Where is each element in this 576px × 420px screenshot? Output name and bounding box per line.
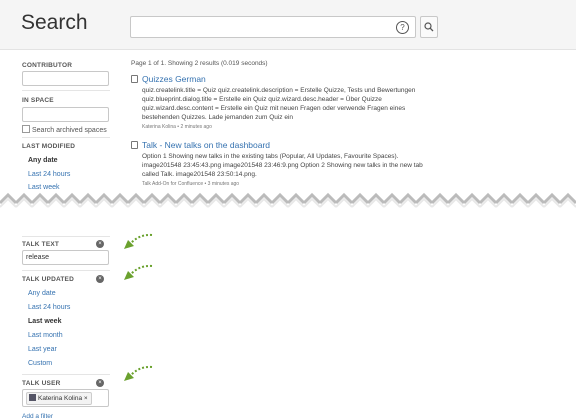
talk-updated-last-month[interactable]: Last month — [28, 332, 63, 339]
search-header: Search ? — [0, 0, 576, 50]
contributor-input[interactable] — [22, 71, 109, 86]
annotation-arrow-icon — [124, 264, 153, 280]
user-chip[interactable]: Katerina Kolina × — [26, 392, 92, 405]
talk-updated-label: TALK UPDATED — [22, 276, 74, 283]
talk-updated-last-week[interactable]: Last week — [28, 318, 61, 325]
page-icon — [131, 141, 138, 149]
result-excerpt-line: bestehenden Quizzes. Lade jemanden zum Q… — [142, 114, 294, 121]
talk-updated-any-date[interactable]: Any date — [28, 290, 56, 297]
talk-text-label: TALK TEXT — [22, 241, 60, 248]
result-excerpt-line: quiz.wizard.desc.content = Erstelle ein … — [142, 105, 406, 112]
page-icon — [131, 75, 138, 83]
result-meta: Katerina Kolina • 2 minutes ago — [142, 124, 212, 130]
page-title: Search — [21, 11, 88, 34]
in-space-input[interactable] — [22, 107, 109, 122]
remove-filter-icon[interactable]: × — [96, 240, 104, 248]
last-modified-any-date[interactable]: Any date — [28, 157, 58, 164]
annotation-arrow-icon — [124, 233, 153, 249]
result-title[interactable]: Quizzes German — [142, 74, 206, 84]
results-summary: Page 1 of 1. Showing 2 results (0.019 se… — [131, 60, 268, 67]
search-icon — [424, 22, 434, 32]
result-excerpt-line: Option 1 Showing new talks in the existi… — [142, 153, 399, 160]
avatar — [29, 394, 36, 401]
torn-edge-separator — [0, 190, 576, 210]
divider — [22, 90, 110, 91]
search-archived-label: Search archived spaces — [32, 127, 107, 134]
annotation-arrow-icon — [124, 365, 153, 381]
talk-user-label: TALK USER — [22, 380, 61, 387]
last-modified-label: LAST MODIFIED — [22, 143, 76, 150]
search-archived-checkbox[interactable]: Search archived spaces — [22, 125, 107, 134]
talk-text-input[interactable]: release — [22, 250, 109, 265]
help-icon[interactable]: ? — [396, 21, 409, 34]
remove-filter-icon[interactable]: × — [96, 275, 104, 283]
result-meta: Talk Add-On for Confluence • 3 minutes a… — [142, 181, 240, 187]
talk-updated-last-24-hours[interactable]: Last 24 hours — [28, 304, 70, 311]
divider — [22, 270, 110, 271]
result-title[interactable]: Talk - New talks on the dashboard — [142, 140, 270, 150]
result-excerpt-line: quiz.createlink.title = Quiz quiz.create… — [142, 87, 416, 94]
divider — [22, 137, 110, 138]
divider — [22, 236, 110, 237]
remove-filter-icon[interactable]: × — [96, 379, 104, 387]
talk-updated-custom[interactable]: Custom — [28, 360, 52, 367]
checkbox-box[interactable] — [22, 125, 30, 133]
last-modified-last-24-hours[interactable]: Last 24 hours — [28, 171, 70, 178]
divider — [22, 374, 110, 375]
contributor-label: CONTRIBUTOR — [22, 62, 73, 69]
user-chip-label: Katerina Kolina × — [38, 395, 88, 402]
talk-updated-last-year[interactable]: Last year — [28, 346, 57, 353]
in-space-label: IN SPACE — [22, 97, 54, 104]
search-input[interactable]: ? — [130, 16, 416, 38]
result-excerpt-line: quiz.blueprint.dialog.title = Erstelle e… — [142, 96, 382, 103]
search-button[interactable] — [420, 16, 438, 38]
result-excerpt-line: called Talk. image201548 23:50:14.png. — [142, 171, 257, 178]
result-excerpt-line: image201548 23:45:43.png image201548 23:… — [142, 162, 423, 169]
